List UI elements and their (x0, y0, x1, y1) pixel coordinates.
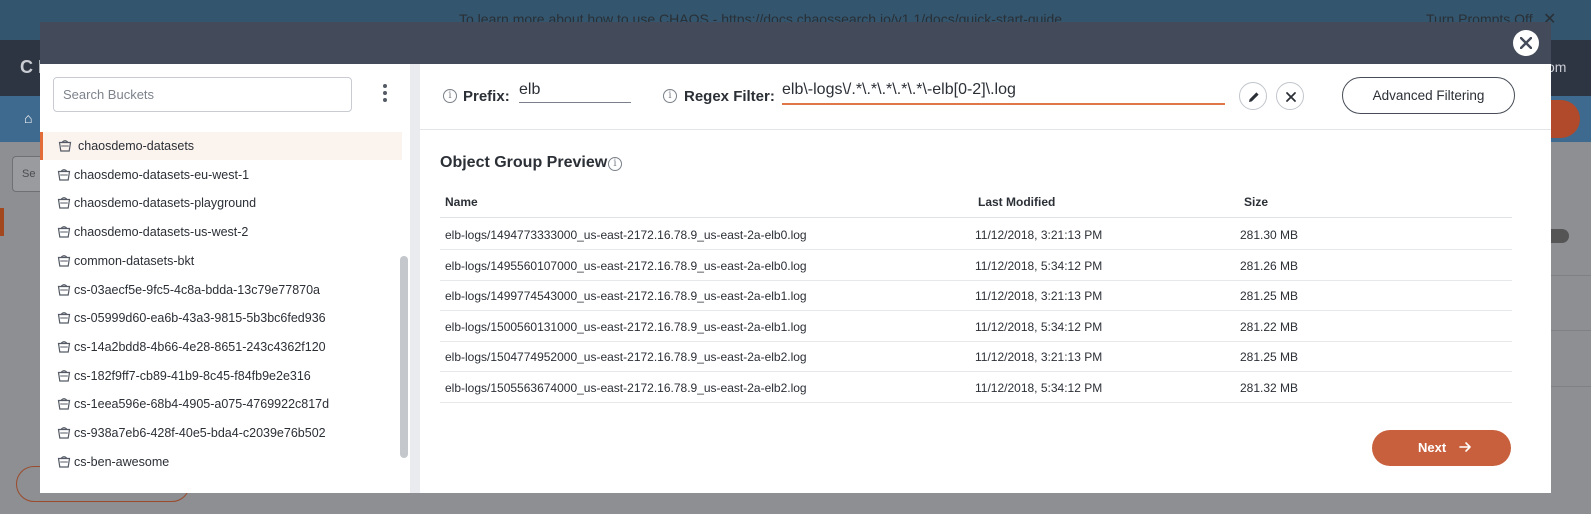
arrow-right-icon (1458, 440, 1472, 454)
pencil-icon[interactable] (1239, 82, 1267, 110)
size-cell: 281.32 MB (1240, 381, 1299, 395)
last-modified-cell: 11/12/2018, 5:34:12 PM (975, 258, 1103, 273)
bucket-list-item[interactable]: cs-03aecf5e-9fc5-4c8a-bdda-13c79e77870a (40, 276, 402, 304)
search-buckets-field[interactable] (53, 77, 352, 112)
bucket-icon (57, 455, 71, 468)
background-row-divider (1550, 275, 1591, 276)
bucket-icon (57, 254, 71, 267)
table-row[interactable]: elb-logs/1505563674000_us-east-2172.16.7… (440, 372, 1512, 403)
object-name-cell: elb-logs/1495560107000_us-east-2172.16.7… (445, 258, 807, 273)
background-selection-marker (0, 208, 4, 236)
prefix-value: elb (519, 81, 541, 98)
table-row[interactable]: elb-logs/1504774952000_us-east-2172.16.7… (440, 341, 1512, 373)
preview-title: Object Group Preview (440, 154, 608, 171)
create-object-group-modal: chaosdemo-datasets chaosdemo-datasets-eu-… (40, 22, 1551, 493)
bucket-list-item[interactable]: chaosdemo-datasets-playground (40, 189, 402, 217)
bucket-list-item[interactable]: cs-05999d60-ea6b-43a3-9815-5b3bc6fed936 (40, 304, 402, 332)
kebab-menu-icon[interactable] (378, 84, 392, 106)
bucket-label: cs-ben-awesome (74, 454, 170, 469)
prefix-label: Prefix: (463, 88, 510, 105)
column-header-name[interactable]: Name (445, 195, 478, 209)
last-modified-cell: 11/12/2018, 5:34:12 PM (975, 319, 1103, 334)
bucket-icon (57, 397, 71, 410)
background-row-divider (1550, 386, 1591, 387)
size-cell: 281.22 MB (1240, 319, 1299, 334)
bucket-label: cs-14a2bdd8-4b66-4e28-8651-243c4362f120 (74, 339, 326, 354)
object-name-cell: elb-logs/1500560131000_us-east-2172.16.7… (445, 319, 807, 334)
bucket-list-item[interactable]: chaosdemo-datasets-eu-west-1 (40, 161, 402, 189)
bucket-icon (57, 369, 71, 382)
bucket-list-scrollbar[interactable] (400, 256, 408, 458)
last-modified-cell: 11/12/2018, 3:21:13 PM (975, 350, 1103, 365)
bucket-label: cs-938a7eb6-428f-40e5-bda4-c2039e76b502 (74, 426, 326, 440)
bucket-label: chaosdemo-datasets-us-west-2 (74, 225, 249, 240)
clear-icon[interactable] (1276, 82, 1304, 110)
size-cell: 281.26 MB (1240, 258, 1299, 273)
object-group-pane: i Prefix: elb i Regex Filter: elb\-logs\… (420, 64, 1551, 493)
background-search-text: Se (22, 168, 36, 180)
preview-info-icon[interactable]: i (608, 157, 622, 171)
bucket-list-item[interactable]: common-datasets-bkt (40, 247, 402, 275)
object-name-cell: elb-logs/1505563674000_us-east-2172.16.7… (445, 381, 807, 395)
next-label: Next (1418, 440, 1447, 455)
bucket-list-item[interactable]: cs-182f9ff7-cb89-41b9-8c45-f84fb9e2e316 (40, 362, 402, 390)
last-modified-cell: 11/12/2018, 3:21:13 PM (975, 228, 1103, 242)
table-row[interactable]: elb-logs/1495560107000_us-east-2172.16.7… (440, 250, 1512, 281)
bucket-label: cs-05999d60-ea6b-43a3-9815-5b3bc6fed936 (74, 311, 326, 326)
size-cell: 281.25 MB (1240, 289, 1299, 304)
bucket-list-item[interactable]: chaosdemo-datasets-us-west-2 (40, 218, 402, 246)
bucket-icon (57, 340, 71, 353)
bucket-list-item[interactable]: cs-938a7eb6-428f-40e5-bda4-c2039e76b502 (40, 419, 402, 447)
bucket-icon (57, 426, 71, 439)
next-button[interactable]: Next (1372, 430, 1511, 466)
pane-divider (410, 64, 420, 493)
bucket-icon (57, 311, 71, 324)
bucket-icon (57, 225, 71, 238)
advanced-filtering-label: Advanced Filtering (1372, 88, 1485, 103)
bucket-list-item[interactable]: cs-ben-awesome (40, 448, 402, 476)
column-header-last-modified[interactable]: Last Modified (978, 195, 1055, 209)
preview-table-header: Name Last Modified Size (440, 186, 1512, 218)
bucket-list-pane: chaosdemo-datasets chaosdemo-datasets-eu-… (40, 64, 420, 493)
bucket-icon (57, 283, 71, 296)
modal-header (40, 22, 1551, 64)
bucket-label: chaosdemo-datasets (78, 139, 195, 153)
bucket-label: chaosdemo-datasets-eu-west-1 (74, 167, 250, 182)
bucket-icon (58, 139, 72, 152)
object-name-cell: elb-logs/1504774952000_us-east-2172.16.7… (445, 350, 807, 365)
object-name-cell: elb-logs/1499774543000_us-east-2172.16.7… (445, 289, 807, 304)
bucket-label: chaosdemo-datasets-playground (74, 196, 257, 211)
object-name-cell: elb-logs/1494773333000_us-east-2172.16.7… (445, 228, 807, 242)
last-modified-cell: 11/12/2018, 3:21:13 PM (975, 289, 1103, 304)
home-icon[interactable]: ⌂ (24, 110, 32, 126)
prefix-input[interactable]: elb (519, 79, 631, 103)
bucket-icon (57, 168, 71, 181)
table-row[interactable]: elb-logs/1494773333000_us-east-2172.16.7… (440, 219, 1512, 250)
bucket-label: cs-03aecf5e-9fc5-4c8a-bdda-13c79e77870a (74, 282, 321, 297)
size-cell: 281.25 MB (1240, 350, 1299, 365)
bucket-list-item[interactable]: cs-14a2bdd8-4b66-4e28-8651-243c4362f120 (40, 333, 402, 361)
bucket-label: cs-1eea596e-68b4-4905-a075-4769922c817d (74, 397, 330, 412)
advanced-filtering-button[interactable]: Advanced Filtering (1342, 77, 1515, 114)
bucket-icon (57, 196, 71, 209)
column-header-size[interactable]: Size (1244, 195, 1268, 209)
close-icon[interactable] (1513, 30, 1539, 56)
table-row[interactable]: elb-logs/1500560131000_us-east-2172.16.7… (440, 311, 1512, 342)
bucket-list-item[interactable]: chaosdemo-datasets (40, 132, 402, 160)
prefix-info-icon[interactable]: i (443, 89, 457, 103)
bucket-label: common-datasets-bkt (74, 253, 195, 268)
size-cell: 281.30 MB (1240, 228, 1299, 242)
bucket-list-item[interactable]: cs-1eea596e-68b4-4905-a075-4769922c817d (40, 390, 402, 418)
bucket-list: chaosdemo-datasets chaosdemo-datasets-eu-… (40, 128, 402, 493)
regex-info-icon[interactable]: i (663, 89, 677, 103)
bucket-label: cs-182f9ff7-cb89-41b9-8c45-f84fb9e2e316 (74, 368, 311, 383)
background-row-divider (1550, 330, 1591, 331)
search-buckets-input[interactable] (54, 78, 351, 111)
last-modified-cell: 11/12/2018, 5:34:12 PM (975, 381, 1103, 395)
table-row[interactable]: elb-logs/1499774543000_us-east-2172.16.7… (440, 280, 1512, 312)
regex-filter-value: elb\-logs\/.*\.*\.*\.*\.*\-elb[0-2]\.log (782, 81, 1016, 98)
regex-filter-label: Regex Filter: (684, 88, 775, 105)
regex-filter-input[interactable]: elb\-logs\/.*\.*\.*\.*\.*\-elb[0-2]\.log (782, 79, 1225, 105)
filter-bar: i Prefix: elb i Regex Filter: elb\-logs\… (420, 64, 1551, 130)
